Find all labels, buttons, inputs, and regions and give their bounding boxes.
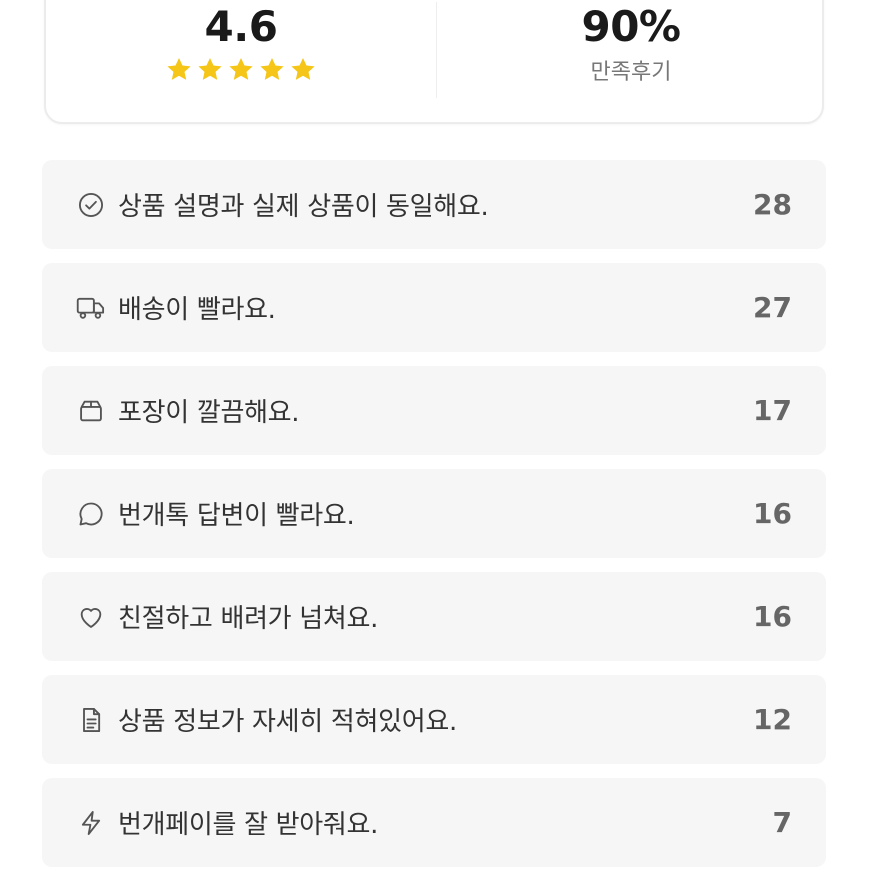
check-circle-icon bbox=[76, 190, 106, 220]
reason-label: 상품 설명과 실제 상품이 동일해요. bbox=[118, 192, 489, 222]
rating-stars bbox=[46, 56, 436, 83]
reason-item-pay[interactable]: 번개페이를 잘 받아줘요. 7 bbox=[42, 778, 826, 867]
reason-count: 27 bbox=[753, 291, 792, 324]
reason-count: 17 bbox=[753, 394, 792, 427]
reason-count: 12 bbox=[753, 703, 792, 736]
rating-value: 4.6 bbox=[204, 2, 278, 51]
star-icon bbox=[196, 56, 224, 83]
reason-label: 번개페이를 잘 받아줘요. bbox=[118, 810, 379, 840]
satisfaction-value: 90% bbox=[581, 2, 681, 51]
reason-label: 번개톡 답변이 빨라요. bbox=[118, 501, 355, 531]
document-icon bbox=[76, 705, 106, 735]
reason-item-fast-shipping[interactable]: 배송이 빨라요. 27 bbox=[42, 263, 826, 352]
star-icon bbox=[258, 56, 286, 83]
star-icon bbox=[165, 56, 193, 83]
reason-count: 16 bbox=[753, 497, 792, 530]
lightning-icon bbox=[76, 808, 106, 838]
reason-item-description-match[interactable]: 상품 설명과 실제 상품이 동일해요. 28 bbox=[42, 160, 826, 249]
review-summary-page: 4.6 90% 만족후기 상품 설명과 실제 상품이 동일해요. 28 배송이 … bbox=[0, 0, 869, 869]
reason-item-kind[interactable]: 친절하고 배려가 넘쳐요. 16 bbox=[42, 572, 826, 661]
reason-count: 7 bbox=[772, 806, 792, 839]
reason-count: 16 bbox=[753, 600, 792, 633]
reason-label: 친절하고 배려가 넘쳐요. bbox=[118, 604, 379, 634]
heart-icon bbox=[76, 602, 106, 632]
reason-item-fast-reply[interactable]: 번개톡 답변이 빨라요. 16 bbox=[42, 469, 826, 558]
reason-label: 포장이 깔끔해요. bbox=[118, 398, 300, 428]
reason-label: 상품 정보가 자세히 적혀있어요. bbox=[118, 707, 457, 737]
review-reason-list: 상품 설명과 실제 상품이 동일해요. 28 배송이 빨라요. 27 포장이 깔… bbox=[42, 160, 826, 869]
reason-count: 28 bbox=[753, 188, 792, 221]
chat-bubble-icon bbox=[76, 499, 106, 529]
star-icon bbox=[289, 56, 317, 83]
summary-card: 4.6 90% 만족후기 bbox=[44, 0, 824, 124]
box-icon bbox=[76, 396, 106, 426]
truck-icon bbox=[76, 293, 106, 323]
satisfaction-column: 90% 만족후기 bbox=[436, 2, 826, 88]
satisfaction-label: 만족후기 bbox=[590, 60, 672, 85]
star-icon bbox=[227, 56, 255, 83]
rating-column: 4.6 bbox=[46, 2, 436, 83]
reason-item-clean-packaging[interactable]: 포장이 깔끔해요. 17 bbox=[42, 366, 826, 455]
reason-label: 배송이 빨라요. bbox=[118, 295, 276, 325]
reason-item-detailed-info[interactable]: 상품 정보가 자세히 적혀있어요. 12 bbox=[42, 675, 826, 764]
